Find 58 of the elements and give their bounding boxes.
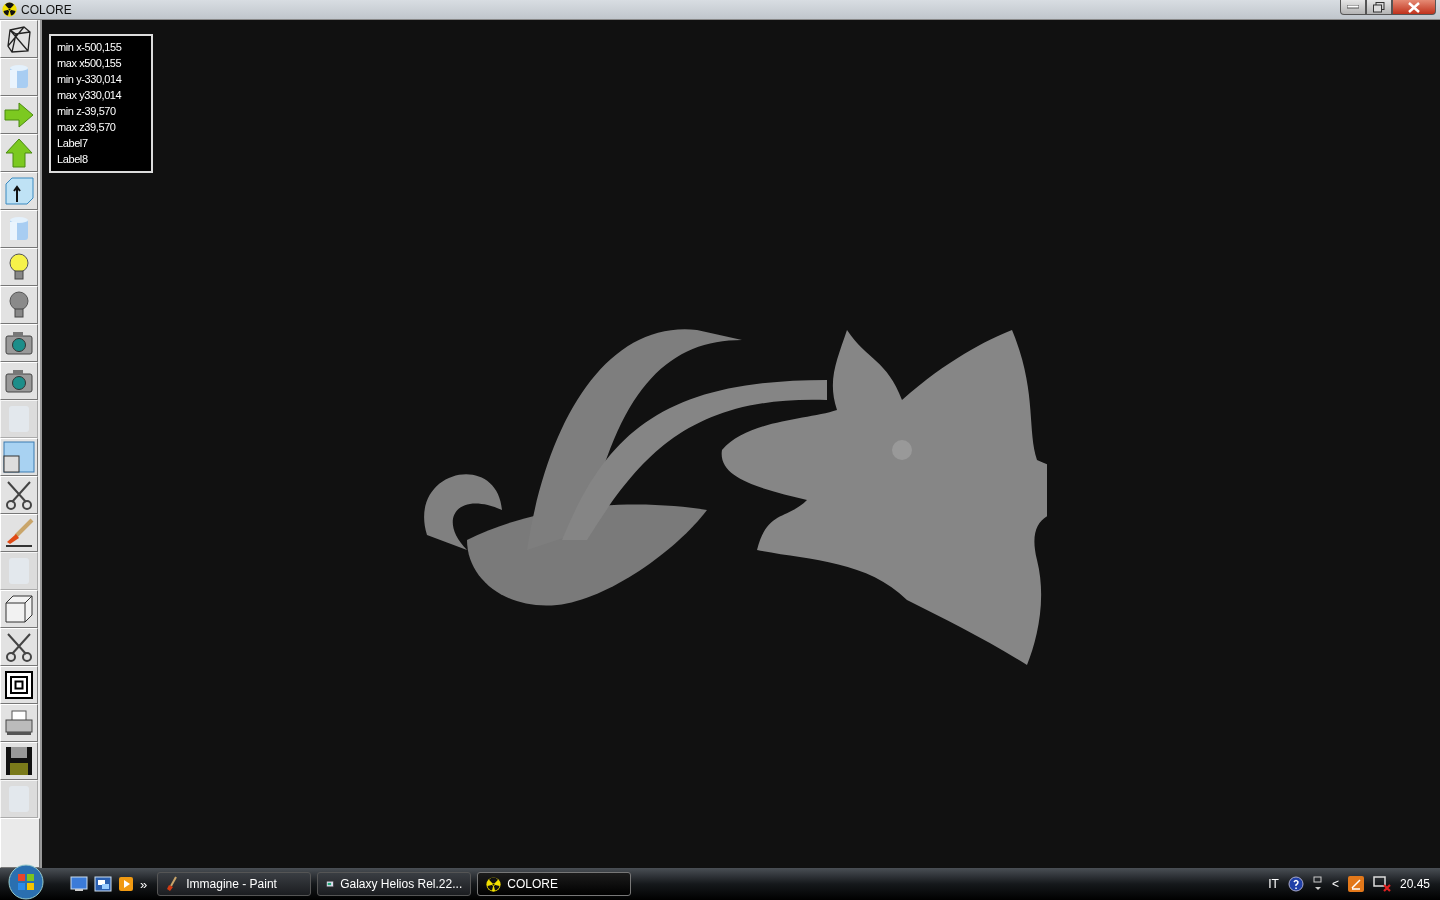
scissors-icon (4, 632, 34, 662)
concentric-squares-icon (5, 671, 33, 699)
cube-icon (4, 594, 34, 624)
window-switch-icon[interactable] (1312, 876, 1323, 892)
toolbar-button[interactable] (0, 666, 38, 704)
minimize-icon (1347, 5, 1359, 9)
info-label: min y-330,014 (57, 72, 123, 87)
close-button[interactable] (1392, 0, 1436, 15)
info-label: max x500,155 (57, 56, 123, 71)
toolbar-button[interactable] (0, 476, 38, 514)
start-button[interactable] (8, 864, 44, 900)
app-tray-icon[interactable] (1347, 876, 1364, 892)
windows-icon[interactable] (94, 876, 112, 892)
printer-icon (4, 709, 34, 737)
toolbar-button[interactable] (0, 172, 38, 210)
language-indicator[interactable]: IT (1268, 877, 1279, 891)
help-icon[interactable] (1287, 876, 1304, 892)
media-player-icon[interactable] (118, 876, 134, 892)
radiation-icon (486, 876, 502, 892)
toolbar-button[interactable] (0, 514, 38, 552)
minimize-button[interactable] (1340, 0, 1366, 15)
info-label: min x-500,155 (57, 40, 123, 55)
toolbar-button[interactable] (0, 20, 38, 58)
paintbrush-icon (4, 518, 34, 548)
scissors-icon (4, 480, 34, 510)
close-icon (1408, 1, 1420, 13)
info-label: min z-39,570 (57, 104, 117, 119)
info-label: max y330,014 (57, 88, 123, 103)
camera-icon (4, 368, 34, 394)
radiation-icon (2, 2, 17, 17)
wireframe-box-icon (4, 24, 34, 54)
arrow-right-icon (3, 100, 35, 130)
info-label: Label7 (57, 136, 89, 151)
window-title: COLORE (21, 2, 73, 17)
toolbar-button[interactable] (0, 324, 38, 362)
toolbar-button[interactable] (0, 628, 38, 666)
taskbar-button[interactable]: Immagine - Paint (157, 872, 312, 896)
overflow-chevron[interactable]: » (140, 876, 148, 892)
restore-button[interactable] (1366, 0, 1392, 15)
light-bulb-icon (7, 252, 31, 282)
taskbar-button[interactable]: Galaxy Helios Rel.22... (317, 872, 472, 896)
arrow-up-icon (3, 137, 35, 169)
info-label: Label8 (57, 152, 89, 167)
toolbar-button[interactable] (0, 362, 38, 400)
box-arrow-icon (3, 176, 35, 206)
network-error-icon[interactable] (1372, 876, 1391, 892)
toolbar-button[interactable] (0, 742, 38, 780)
tray-chevron[interactable]: < (1331, 877, 1339, 891)
window-icon (326, 878, 335, 890)
light-bulb-icon (7, 290, 31, 320)
restore-icon (1373, 1, 1385, 13)
taskbar-button[interactable]: COLORE (477, 872, 632, 896)
window-panes-icon (3, 441, 35, 473)
desktop-icon[interactable] (70, 876, 88, 892)
camera-icon (4, 330, 34, 356)
toolbar-button[interactable] (0, 704, 38, 742)
info-label: max z39,570 (57, 120, 117, 135)
clock[interactable]: 20.45 (1399, 877, 1430, 891)
